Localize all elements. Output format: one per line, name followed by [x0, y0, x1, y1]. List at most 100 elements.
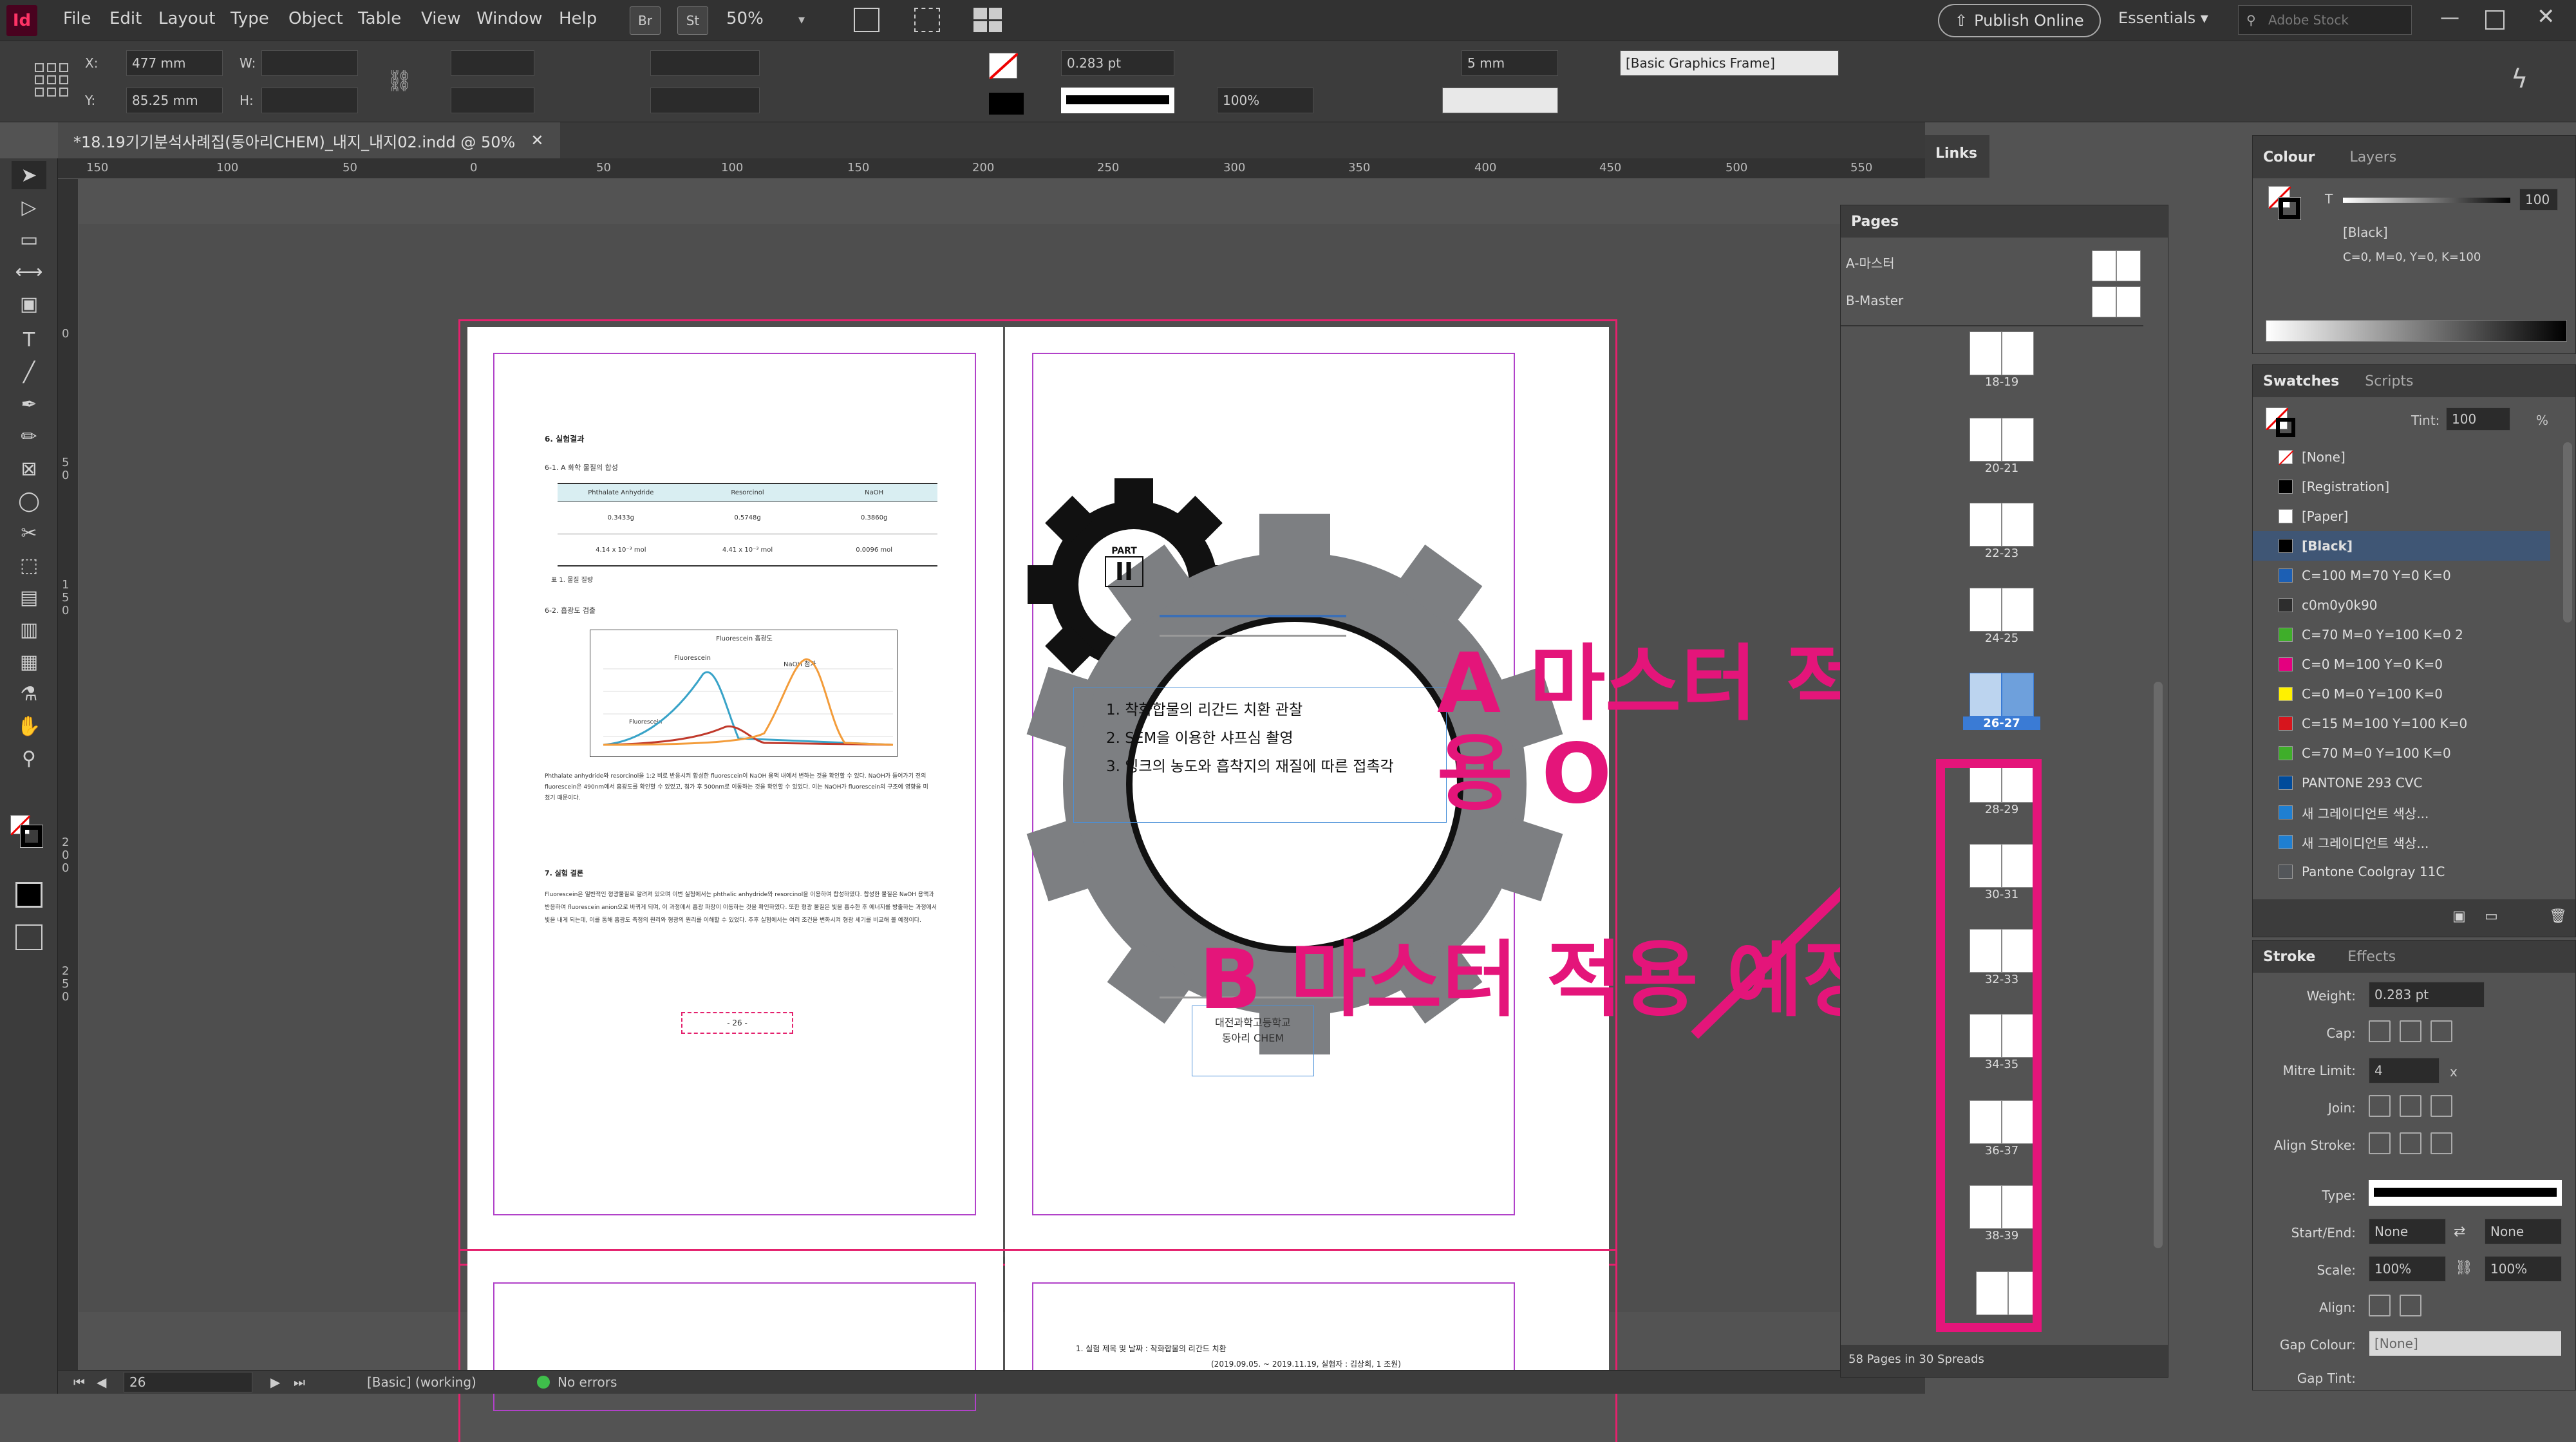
next-left-page[interactable] [467, 1257, 1003, 1411]
reference-point-icon[interactable] [35, 63, 68, 97]
mitre-field[interactable]: 4 [2369, 1058, 2440, 1083]
swatch-row[interactable]: 새 그레이디언트 색상... [2253, 798, 2550, 827]
links-tab[interactable]: Links [1925, 135, 1989, 178]
menu-object[interactable]: Object [288, 9, 343, 28]
rectangle-frame-tool-icon[interactable]: ⊠ [12, 454, 46, 483]
direct-selection-tool-icon[interactable]: ▷ [12, 193, 46, 221]
align-center-icon[interactable] [2369, 1132, 2391, 1154]
gradient-feather-tool-icon[interactable]: ▥ [12, 615, 46, 644]
menu-edit[interactable]: Edit [109, 9, 142, 28]
trash-icon[interactable]: 🗑 [2549, 908, 2567, 924]
publish-online-button[interactable]: ⇧ Publish Online [1938, 4, 2101, 37]
content-collector-icon[interactable]: ▣ [12, 290, 46, 318]
master-name[interactable]: B-Master [1846, 293, 1903, 308]
gradient-tool-icon[interactable]: ▤ [12, 583, 46, 612]
page-number-field[interactable]: 26 [124, 1372, 252, 1392]
swatch-row[interactable]: Pantone Coolgray 11C [2253, 857, 2550, 886]
stroke-color-icon[interactable] [20, 825, 43, 848]
apply-color-icon[interactable] [15, 882, 42, 908]
weight-field[interactable]: 0.283 pt [2369, 982, 2485, 1007]
view-options-icon[interactable] [914, 8, 940, 32]
tab-scripts[interactable]: Scripts [2365, 373, 2413, 389]
bridge-button[interactable]: Br [630, 6, 661, 35]
spread-24-25[interactable]: 24-25 [1963, 588, 2040, 645]
menu-help[interactable]: Help [559, 9, 597, 28]
offset-field[interactable]: 5 mm [1462, 50, 1558, 76]
align-outside-icon[interactable] [2430, 1132, 2452, 1154]
spread-18-19[interactable]: 18-19 [1963, 332, 2040, 389]
tab-swatches[interactable]: Swatches [2263, 373, 2339, 389]
colour-ramp[interactable] [2266, 320, 2567, 342]
screen-mode-icon[interactable] [854, 8, 879, 32]
swatch-row[interactable]: [None] [2253, 442, 2550, 472]
stroke-black-icon[interactable] [2276, 418, 2295, 437]
ellipse-tool-icon[interactable]: ◯ [12, 487, 46, 515]
constrain-proportions-icon[interactable]: ⛓ [386, 68, 413, 93]
master-thumbnail[interactable] [2092, 250, 2116, 281]
fill-swatch[interactable] [989, 93, 1024, 115]
butt-cap-icon[interactable] [2369, 1020, 2391, 1042]
tab-stroke[interactable]: Stroke [2263, 949, 2315, 965]
menu-file[interactable]: File [63, 9, 91, 28]
zoom-level[interactable]: 50% [726, 9, 764, 28]
menu-layout[interactable]: Layout [158, 9, 215, 28]
swatch-row[interactable]: C=70 M=0 Y=100 K=0 [2253, 738, 2550, 768]
scale-y-field[interactable] [451, 88, 534, 113]
swatch-row[interactable]: [Paper] [2253, 501, 2550, 531]
preflight-status[interactable]: No errors [558, 1374, 617, 1390]
workspace-switcher[interactable]: Essentials ▾ [2118, 9, 2208, 27]
miter-join-icon[interactable] [2369, 1095, 2391, 1117]
master-name[interactable]: A-마스터 [1846, 253, 1895, 272]
tint-field[interactable]: 100 [2519, 189, 2558, 211]
spread-22-23[interactable]: 22-23 [1963, 503, 2040, 560]
new-swatch-icon[interactable]: ▣ [2452, 908, 2466, 924]
screen-mode-normal-icon[interactable] [15, 924, 42, 950]
page-tool-icon[interactable]: ▭ [12, 225, 46, 254]
swatch-row[interactable]: PANTONE 293 CVC [2253, 768, 2550, 798]
zoom-tool-icon[interactable]: ⚲ [12, 744, 46, 772]
end-select[interactable]: None [2485, 1219, 2562, 1244]
tint-field[interactable]: 100 [2446, 407, 2510, 431]
pen-tool-icon[interactable]: ✒ [12, 390, 46, 418]
adobe-stock-search[interactable]: ⚲ Adobe Stock [2238, 5, 2412, 35]
end-scale-field[interactable]: 100% [2485, 1256, 2562, 1282]
master-thumbnail[interactable] [2092, 286, 2116, 317]
rotation-field[interactable] [650, 50, 760, 76]
h-field[interactable] [261, 88, 358, 113]
page-number-frame[interactable]: - 26 - [681, 1012, 793, 1034]
tab-layers[interactable]: Layers [2349, 149, 2396, 165]
preflight-profile[interactable]: [Basic] (working) [367, 1374, 476, 1390]
link-icon[interactable]: ⛓ [2455, 1260, 2473, 1276]
swatch-row[interactable]: [Registration] [2253, 472, 2550, 501]
start-scale-field[interactable]: 100% [2369, 1256, 2446, 1282]
tint-slider[interactable] [2343, 198, 2510, 203]
stroke-weight-field[interactable]: 0.283 pt [1061, 50, 1174, 76]
swatches-scrollbar[interactable] [2563, 442, 2572, 623]
note-tool-icon[interactable]: ▦ [12, 648, 46, 676]
object-style-select[interactable]: [Basic Graphics Frame] [1620, 50, 1839, 76]
swap-arrows-icon[interactable]: ⇄ [2454, 1224, 2465, 1240]
round-cap-icon[interactable] [2400, 1020, 2421, 1042]
tab-colour[interactable]: Colour [2263, 149, 2315, 165]
type-tool-icon[interactable]: T [12, 326, 46, 354]
menu-table[interactable]: Table [358, 9, 401, 28]
chevron-down-icon[interactable]: ▾ [798, 12, 805, 27]
maximize-icon[interactable] [2485, 10, 2505, 30]
left-page[interactable]: 6. 실험결과 6-1. A 화학 물질의 합성 Phthalate Anhyd… [467, 327, 1003, 1257]
next-right-page[interactable]: 1. 실험 제목 및 날짜 : 착화합물의 리간드 치환 (2019.09.05… [1005, 1257, 1609, 1370]
arrow-inside-icon[interactable] [2400, 1295, 2421, 1316]
round-join-icon[interactable] [2400, 1095, 2421, 1117]
stroke-type-select[interactable] [1061, 88, 1174, 113]
scale-x-field[interactable] [451, 50, 534, 76]
free-transform-tool-icon[interactable]: ⬚ [12, 551, 46, 579]
gap-colour-select[interactable]: [None] [2369, 1331, 2562, 1356]
stroke-black-icon[interactable] [2278, 197, 2301, 220]
menu-window[interactable]: Window [476, 9, 543, 28]
swatch-row[interactable]: C=70 M=0 Y=100 K=0 2 [2253, 620, 2550, 650]
stock-button[interactable]: St [677, 6, 708, 35]
document-tab[interactable]: *18.19기기분석사례집(동아리CHEM)_내지_내지02.indd @ 50… [58, 122, 560, 158]
lightning-icon[interactable]: ϟ [2511, 64, 2528, 94]
close-icon[interactable]: ✕ [2537, 4, 2555, 30]
contents-text-frame[interactable]: 1. 착화합물의 리간드 치환 관찰 2. SEM을 이용한 샤프심 촬영 3.… [1073, 688, 1447, 823]
y-field[interactable]: 85.25 mm [126, 88, 223, 113]
